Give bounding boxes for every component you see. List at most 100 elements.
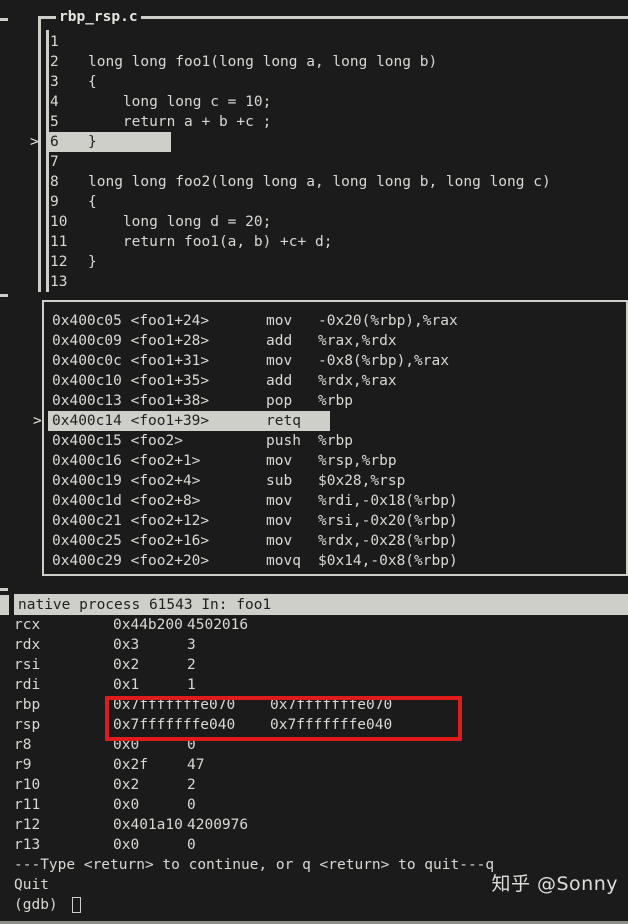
register-row: r12 0x401a10 4200976 bbox=[0, 815, 628, 835]
watermark: 知乎 @Sonny bbox=[491, 873, 618, 895]
left-edge-status-stub bbox=[0, 595, 9, 615]
source-line[interactable]: 8 long long foo2(long long a, long long … bbox=[38, 172, 628, 192]
source-line[interactable]: 10 long long d = 20; bbox=[38, 212, 628, 232]
register-hex-value: 0x1 bbox=[113, 677, 140, 693]
register-dec-value: 0x7fffffffe040 bbox=[270, 717, 393, 733]
register-row: rsi 0x2 2 bbox=[0, 655, 628, 675]
register-name: rcx bbox=[14, 617, 41, 633]
source-line[interactable]: 12 } bbox=[38, 252, 628, 272]
register-hex-value: 0x7fffffffe070 bbox=[113, 697, 236, 713]
source-line[interactable]: 4 long long c = 10; bbox=[38, 92, 628, 112]
asm-row[interactable]: 0x400c25 <foo2+16> mov %rdx,-0x28(%rbp) bbox=[42, 531, 628, 551]
register-dec-value: 47 bbox=[187, 757, 205, 773]
register-dec-value: 1 bbox=[187, 677, 196, 693]
source-line-text: { bbox=[88, 74, 97, 90]
register-name: r12 bbox=[14, 817, 41, 833]
register-name: r13 bbox=[14, 837, 41, 853]
source-line[interactable]: 1 bbox=[38, 32, 628, 52]
asm-mnemonic: add bbox=[266, 333, 293, 349]
asm-operands: -0x8(%rbp),%rax bbox=[318, 353, 449, 369]
asm-row-current[interactable]: > 0x400c14 <foo1+39> retq bbox=[33, 411, 628, 431]
asm-mnemonic: retq bbox=[266, 413, 301, 429]
asm-operands: $0x28,%rsp bbox=[318, 473, 406, 489]
asm-row[interactable]: 0x400c13 <foo1+38> pop %rbp bbox=[42, 391, 628, 411]
asm-operands: %rsp,%rbp bbox=[318, 453, 397, 469]
asm-mnemonic: pop bbox=[266, 393, 293, 409]
source-line[interactable]: 13 bbox=[38, 272, 628, 292]
asm-row[interactable]: 0x400c1d <foo2+8> mov %rdi,-0x18(%rbp) bbox=[42, 491, 628, 511]
source-line[interactable]: 2 long long foo1(long long a, long long … bbox=[38, 52, 628, 72]
assembly-panel[interactable]: 0x400c05 <foo1+24> mov -0x20(%rbp),%rax … bbox=[33, 300, 628, 576]
source-line-current[interactable]: > 6 } bbox=[30, 132, 628, 152]
register-dec-value: 4502016 bbox=[187, 617, 249, 633]
source-line-number: 8 bbox=[50, 174, 59, 190]
source-line-text: } bbox=[88, 254, 97, 270]
left-edge-stub-asm-top bbox=[0, 294, 8, 297]
source-line[interactable]: 9 { bbox=[38, 192, 628, 212]
gdb-tui-screen: rbp_rsp.c 1 2 long long foo1(long long a… bbox=[0, 0, 628, 924]
asm-mnemonic: mov bbox=[266, 313, 293, 329]
current-instruction-marker-icon: > bbox=[33, 413, 42, 429]
asm-operands: %rax,%rdx bbox=[318, 333, 397, 349]
gdb-prompt-text: (gdb) bbox=[14, 897, 67, 913]
asm-row[interactable]: 0x400c15 <foo2> push %rbp bbox=[42, 431, 628, 451]
source-line-text: long long foo2(long long a, long long b,… bbox=[88, 174, 551, 190]
asm-mnemonic: mov bbox=[266, 513, 293, 529]
register-row: r13 0x0 0 bbox=[0, 835, 628, 855]
source-line-number: 11 bbox=[50, 234, 68, 250]
register-dec-value: 0 bbox=[187, 837, 196, 853]
register-name: r9 bbox=[14, 757, 32, 773]
asm-operands: -0x20(%rbp),%rax bbox=[318, 313, 458, 329]
asm-row[interactable]: 0x400c05 <foo1+24> mov -0x20(%rbp),%rax bbox=[42, 311, 628, 331]
source-line-text: return foo1(a, b) +c+ d; bbox=[88, 234, 333, 250]
asm-mnemonic: mov bbox=[266, 353, 293, 369]
asm-row[interactable]: 0x400c19 <foo2+4> sub $0x28,%rsp bbox=[42, 471, 628, 491]
asm-address: 0x400c10 <foo1+35> bbox=[52, 373, 210, 389]
left-edge-stub-asm-bottom bbox=[0, 588, 8, 591]
asm-operands: %rsi,-0x20(%rbp) bbox=[318, 513, 458, 529]
register-dec-value: 2 bbox=[187, 777, 196, 793]
register-hex-value: 0x0 bbox=[113, 837, 140, 853]
source-line[interactable]: 7 bbox=[38, 152, 628, 172]
source-line[interactable]: 5 return a + b +c ; bbox=[38, 112, 628, 132]
register-dec-value: 0 bbox=[187, 737, 196, 753]
source-line[interactable]: 11 return foo1(a, b) +c+ d; bbox=[38, 232, 628, 252]
source-line-number: 3 bbox=[50, 74, 59, 90]
text-cursor[interactable] bbox=[72, 897, 81, 913]
source-line-number: 12 bbox=[50, 254, 68, 270]
asm-row[interactable]: 0x400c0c <foo1+31> mov -0x8(%rbp),%rax bbox=[42, 351, 628, 371]
register-hex-value: 0x3 bbox=[113, 637, 140, 653]
asm-address: 0x400c29 <foo2+20> bbox=[52, 553, 210, 569]
asm-address: 0x400c1d <foo2+8> bbox=[52, 493, 201, 509]
asm-address: 0x400c0c <foo1+31> bbox=[52, 353, 210, 369]
source-panel-title: rbp_rsp.c bbox=[56, 9, 141, 25]
gdb-prompt-row[interactable]: (gdb) bbox=[0, 895, 628, 915]
register-row: rdx 0x3 3 bbox=[0, 635, 628, 655]
asm-operands: $0x14,-0x8(%rbp) bbox=[318, 553, 458, 569]
register-name: rbp bbox=[14, 697, 41, 713]
source-line[interactable]: 3 { bbox=[38, 72, 628, 92]
asm-row[interactable]: 0x400c09 <foo1+28> add %rax,%rdx bbox=[42, 331, 628, 351]
asm-row[interactable]: 0x400c16 <foo2+1> mov %rsp,%rbp bbox=[42, 451, 628, 471]
asm-row[interactable]: 0x400c29 <foo2+20> movq $0x14,-0x8(%rbp) bbox=[42, 551, 628, 571]
source-line-number: 6 bbox=[50, 134, 59, 150]
register-hex-value: 0x2f bbox=[113, 757, 148, 773]
register-hex-value: 0x7fffffffe040 bbox=[113, 717, 236, 733]
register-row-rsp: rsp 0x7fffffffe040 0x7fffffffe040 bbox=[0, 715, 628, 735]
asm-mnemonic: mov bbox=[266, 493, 293, 509]
register-dec-value: 2 bbox=[187, 657, 196, 673]
left-edge-stub-source bbox=[0, 18, 8, 21]
register-hex-value: 0x44b200 bbox=[113, 617, 183, 633]
source-line-number: 10 bbox=[50, 214, 68, 230]
asm-address: 0x400c16 <foo2+1> bbox=[52, 453, 201, 469]
register-hex-value: 0x2 bbox=[113, 777, 140, 793]
current-line-marker-icon: > bbox=[30, 134, 39, 150]
source-line-text: long long d = 20; bbox=[88, 214, 272, 230]
register-hex-value: 0x0 bbox=[113, 797, 140, 813]
asm-row[interactable]: 0x400c10 <foo1+35> add %rdx,%rax bbox=[42, 371, 628, 391]
source-panel[interactable]: rbp_rsp.c 1 2 long long foo1(long long a… bbox=[30, 9, 628, 292]
asm-operands: %rdi,-0x18(%rbp) bbox=[318, 493, 458, 509]
asm-row[interactable]: 0x400c21 <foo2+12> mov %rsi,-0x20(%rbp) bbox=[42, 511, 628, 531]
asm-mnemonic: sub bbox=[266, 473, 293, 489]
source-line-text: { bbox=[88, 194, 97, 210]
